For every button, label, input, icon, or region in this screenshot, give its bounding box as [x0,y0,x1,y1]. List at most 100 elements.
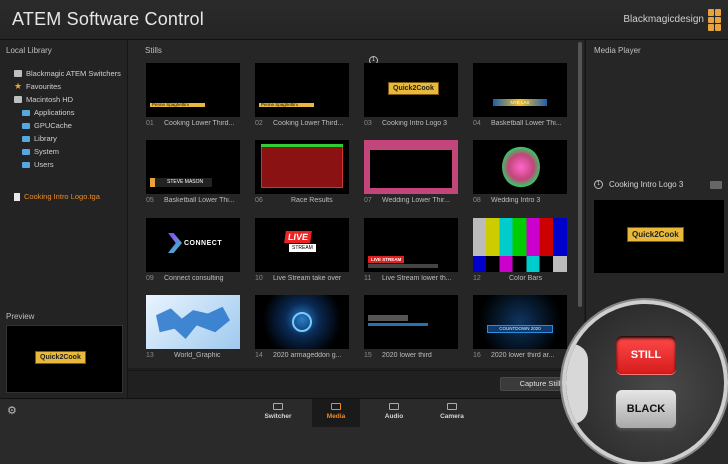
still-number: 16 [473,352,481,359]
tab-media[interactable]: Media [312,399,360,427]
still-thumbnail [473,218,567,272]
still-number: 11 [364,275,372,282]
still-number: 10 [255,275,263,282]
slot-name: Cooking Intro Logo 3 [609,180,684,189]
folder-icon [22,135,30,142]
still-name: Basketball Lower Thi... [491,120,562,127]
still-tile-12[interactable]: 12 Color Bars [473,218,567,290]
preview-window: Quick2Cook [6,325,123,393]
still-number: 07 [364,197,372,204]
still-name: 2020 lower third ar... [491,352,555,359]
tab-label: Switcher [264,413,292,420]
still-thumbnail [364,295,458,349]
still-name: Race Results [291,197,333,204]
capture-strip: Capture Still [128,370,584,398]
thumb-text: COUNTDOWN 2020 [487,325,553,333]
still-name: Basketball Lower Thi... [164,197,235,204]
tab-camera[interactable]: Camera [428,399,476,427]
still-tile-01[interactable]: Penne Spaghettini 01 Cooking Lower Third.… [146,63,240,135]
tab-label: Camera [440,413,464,420]
brand-name: Blackmagicdesign [623,14,704,25]
still-thumbnail: STEVE MASON [146,140,240,194]
still-number: 15 [364,352,372,359]
still-thumbnail: Quick2Cook [364,63,458,117]
local-library-header: Local Library [6,46,52,55]
tree-item-favourites[interactable]: ★ Favourites [14,82,62,92]
drive-icon [14,96,22,103]
preview-logo: Quick2Cook [35,351,86,364]
panel-edge [566,344,588,424]
tab-switcher[interactable]: Switcher [254,399,302,427]
hardware-panel-magnifier: STILL BLACK [562,300,728,464]
still-name: Live Stream lower th... [382,275,452,282]
still-name: Cooking Intro Logo 3 [382,120,447,127]
still-tile-03[interactable]: Quick2Cook 03 Cooking Intro Logo 3 [364,63,458,135]
selected-file-item[interactable]: Cooking Intro Logo.tga [14,192,100,201]
slot-number: 1 [594,180,603,189]
gear-icon[interactable]: ⚙ [7,404,17,417]
still-tile-06[interactable]: 06 Race Results [255,140,349,212]
tab-audio[interactable]: Audio [370,399,418,427]
still-tile-13[interactable]: 13 World_Graphic [146,295,240,367]
still-tile-09[interactable]: CONNECT 09 Connect consulting [146,218,240,290]
thumb-live: LIVE [284,231,312,243]
folder-icon [22,109,30,116]
media-icon [331,403,341,410]
still-tile-15[interactable]: 15 2020 lower third [364,295,458,367]
still-tile-16[interactable]: COUNTDOWN 2020 16 2020 lower third ar... [473,295,567,367]
folder-icon [22,161,30,168]
still-tile-05[interactable]: STEVE MASON 05 Basketball Lower Thi... [146,140,240,212]
still-thumbnail [146,295,240,349]
audio-icon [389,403,399,410]
folder-icon [22,122,30,129]
media-player-slot[interactable]: 1 Cooking Intro Logo 3 [594,180,683,189]
thumb-text: Penne Spaghettini [261,102,298,107]
tree-item-gpucache[interactable]: GPUCache [22,121,72,130]
media-type-icon [710,181,722,189]
still-tile-10[interactable]: LIVE STREAM 10 Live Stream take over [255,218,349,290]
still-name: Color Bars [509,275,543,282]
still-thumbnail [255,295,349,349]
stills-scrollbar[interactable] [578,42,582,307]
thumb-logo: Quick2Cook [388,82,439,95]
tree-item-users[interactable]: Users [22,160,54,169]
still-name: 2020 lower third [382,352,432,359]
still-number: 06 [255,197,263,204]
still-thumbnail: Penne Spaghettini [255,63,349,117]
tree-item-label: GPUCache [34,121,72,130]
drive-icon [14,70,22,77]
brand-logo-icon [708,9,722,31]
still-tile-08[interactable]: 08 Wedding Intro 3 [473,140,567,212]
tree-item-system[interactable]: System [22,147,59,156]
tree-item-applications[interactable]: Applications [22,108,74,117]
black-key-button[interactable]: BLACK [616,390,676,428]
still-tile-04[interactable]: NYE LAX 04 Basketball Lower Thi... [473,63,567,135]
title-bar: ATEM Software Control Blackmagicdesign [0,0,728,40]
still-name: Connect consulting [164,275,224,282]
still-name: Cooking Lower Third... [273,120,344,127]
tree-item-atem-switchers[interactable]: Blackmagic ATEM Switchers [14,69,121,78]
still-thumbnail: LIVE STREAM [255,218,349,272]
still-tile-02[interactable]: Penne Spaghettini 02 Cooking Lower Third.… [255,63,349,135]
still-name: Wedding Lower Thir... [382,197,450,204]
still-tile-11[interactable]: LIVE STREAM 11 Live Stream lower th... [364,218,458,290]
switcher-icon [273,403,283,410]
tree-item-library[interactable]: Library [22,134,57,143]
still-number: 04 [473,120,481,127]
tree-item-label: Favourites [26,82,62,91]
still-key-button[interactable]: STILL [616,336,676,374]
still-number: 08 [473,197,481,204]
still-number: 01 [146,120,154,127]
still-thumbnail: Penne Spaghettini [146,63,240,117]
stills-header: Stills [145,46,162,55]
still-number: 02 [255,120,263,127]
still-tile-14[interactable]: 14 2020 armageddon g... [255,295,349,367]
tab-label: Media [326,413,346,420]
still-name: Live Stream take over [273,275,342,282]
thumb-score-bar: NYE LAX [493,99,547,106]
file-name: Cooking Intro Logo.tga [24,192,100,201]
still-thumbnail: COUNTDOWN 2020 [473,295,567,349]
tree-item-macintosh-hd[interactable]: Macintosh HD [14,95,73,104]
media-player-header: Media Player [594,46,641,55]
still-tile-07[interactable]: 07 Wedding Lower Thir... [364,140,458,212]
